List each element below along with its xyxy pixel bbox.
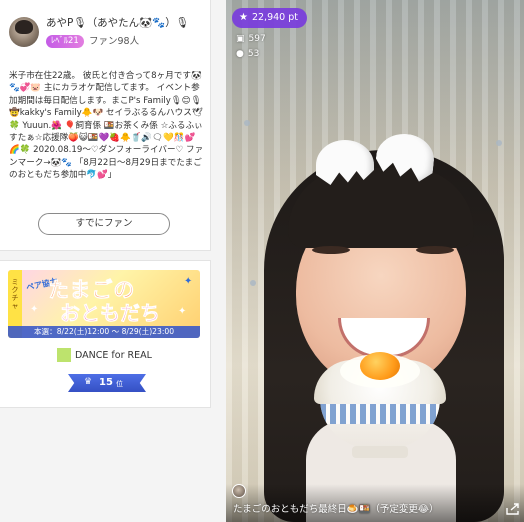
level-badge: ﾚﾍﾞﾙ21 (46, 35, 84, 48)
profile-name[interactable]: あやP🎙（あやたん🐼🐾）🎙 (46, 15, 189, 30)
eggshell-right (374, 131, 437, 187)
points-value: 22,940 pt (251, 12, 298, 23)
profile-bio: 米子市在住22歳。 彼氏と付き合って8ヶ月です🐼🐾💞🐷 主にカラオケ配信してます… (9, 71, 204, 181)
rank-unit: 位 (116, 380, 123, 388)
avatar[interactable] (9, 17, 39, 47)
egg-rice-bowl-effect (314, 352, 446, 460)
egg-yolk (360, 352, 400, 380)
eggshell-left (316, 140, 374, 185)
rank-badge: ♛ 15 位 (68, 372, 146, 394)
comment-count-value: 53 (247, 49, 260, 59)
page: あやP🎙（あやたん🐼🐾）🎙 ﾚﾍﾞﾙ21 ファン98人 米子市在住22歳。 彼氏… (0, 0, 524, 522)
event-banner[interactable]: ミクチャ ペア協力 たまごの おともだち ✦ ✦ ✦ 本選：8/22(土)12:… (8, 270, 200, 338)
sparkle-icon: ✦ (30, 304, 39, 315)
fan-count: ファン98人 (89, 36, 140, 47)
viewer-count-value: 597 (248, 34, 266, 44)
bowl-base (352, 446, 408, 458)
star-icon: ★ (239, 12, 248, 23)
points-badge[interactable]: ★ 22,940 pt (232, 8, 307, 28)
viewers-icon: ▣ (236, 34, 245, 44)
already-fan-button[interactable]: すでにファン (38, 213, 170, 235)
rank-number: 15 (99, 377, 113, 388)
event-card: ミクチャ ペア協力 たまごの おともだち ✦ ✦ ✦ 本選：8/22(土)12:… (0, 260, 211, 408)
streamer-eye (416, 246, 454, 254)
live-stream-video[interactable]: ★ 22,940 pt ▣ 597 ● 53 たまごのおともだち最終日🍮🍱（予定… (226, 0, 524, 522)
crown-icon: ♛ (84, 377, 93, 387)
banner-tag: ミクチャ (11, 278, 19, 310)
event-color-swatch (57, 348, 71, 362)
comment-icon: ● (236, 49, 244, 59)
stream-title: たまごのおともだち最終日🍮🍱（予定変更😂） (233, 504, 439, 515)
profile-card: あやP🎙（あやたん🐼🐾）🎙 ﾚﾍﾞﾙ21 ファン98人 米子市在住22歳。 彼氏… (0, 0, 211, 251)
eggshell-effect (316, 140, 434, 192)
sparkle-icon: ✦ (184, 276, 193, 287)
sparkle-icon: ✦ (178, 306, 187, 317)
banner-title-line2: おともだち (60, 301, 161, 326)
share-icon[interactable] (506, 503, 520, 515)
event-name: DANCE for REAL (75, 349, 152, 361)
banner-date: 本選：8/22(土)12:00 〜 8/29(土)23:00 (8, 326, 200, 338)
comment-count: ● 53 (236, 49, 259, 59)
caption-avatar[interactable] (232, 484, 246, 498)
event-name-row[interactable]: DANCE for REAL (57, 348, 152, 362)
viewer-count: ▣ 597 (236, 34, 266, 44)
streamer-eye (312, 246, 350, 254)
